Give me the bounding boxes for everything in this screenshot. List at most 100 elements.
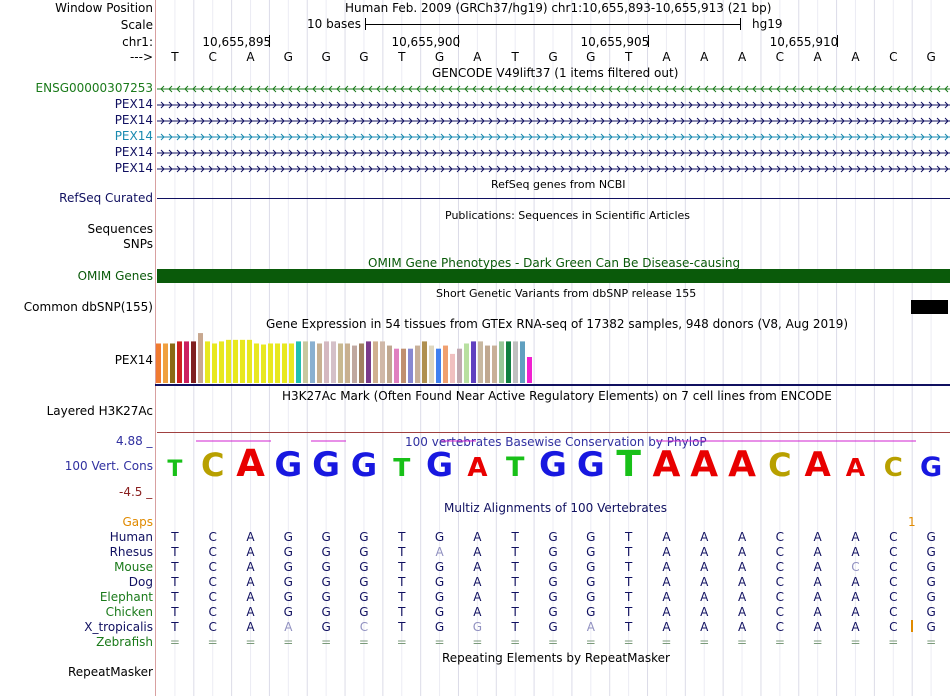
alignment-base: C xyxy=(775,545,785,559)
gtex-tissue-bar[interactable] xyxy=(338,343,343,383)
gencode-gene-label[interactable]: PEX14 xyxy=(115,145,153,159)
gtex-tissue-bar[interactable] xyxy=(275,343,280,383)
gencode-gene-label[interactable]: ENSG00000307253 xyxy=(36,81,153,95)
species-label[interactable]: Dog xyxy=(129,575,153,589)
alignment-base: A xyxy=(851,620,860,634)
species-label[interactable]: X_tropicalis xyxy=(84,620,153,634)
window-position-value[interactable]: Human Feb. 2009 (GRCh37/hg19) chr1:10,65… xyxy=(345,1,771,15)
gtex-tissue-bar[interactable] xyxy=(226,339,231,383)
gtex-tissue-bar[interactable] xyxy=(513,341,518,383)
species-label[interactable]: Elephant xyxy=(100,590,153,604)
alignment-base: A xyxy=(473,575,482,589)
gtex-tissue-bar[interactable] xyxy=(170,343,175,383)
gtex-tissue-bar[interactable] xyxy=(520,341,525,383)
gtex-label[interactable]: PEX14 xyxy=(115,353,153,367)
gtex-tissue-bar[interactable] xyxy=(499,341,504,383)
gtex-tissue-bar[interactable] xyxy=(492,345,497,383)
gtex-tissue-bar[interactable] xyxy=(177,341,182,383)
gtex-tissue-bar[interactable] xyxy=(506,341,511,383)
gtex-tissue-bar[interactable] xyxy=(198,333,203,383)
refseq-line[interactable] xyxy=(157,198,950,199)
species-label[interactable]: Rhesus xyxy=(110,545,153,559)
gencode-transcript[interactable] xyxy=(157,117,950,125)
gtex-tissue-bar[interactable] xyxy=(352,345,357,383)
gencode-gene-label[interactable]: PEX14 xyxy=(115,161,153,175)
gtex-tissue-bar[interactable] xyxy=(240,339,245,383)
omim-bar[interactable] xyxy=(157,269,950,283)
gtex-tissue-bar[interactable] xyxy=(163,343,168,383)
gtex-tissue-bar[interactable] xyxy=(289,343,294,383)
gtex-tissue-bar[interactable] xyxy=(324,341,329,383)
gtex-tissue-bar[interactable] xyxy=(401,348,406,383)
species-label[interactable]: Chicken xyxy=(106,605,153,619)
refseq-label[interactable]: RefSeq Curated xyxy=(59,191,153,205)
gencode-transcript[interactable] xyxy=(157,165,950,173)
omim-label[interactable]: OMIM Genes xyxy=(78,269,153,283)
gtex-tissue-bar[interactable] xyxy=(191,341,196,383)
gtex-tissue-bar[interactable] xyxy=(331,341,336,383)
gencode-gene-label[interactable]: PEX14 xyxy=(115,113,153,127)
gtex-tissue-bar[interactable] xyxy=(436,348,441,383)
gtex-tissue-bar[interactable] xyxy=(443,345,448,383)
alignment-base: T xyxy=(171,560,179,574)
gtex-tissue-bar[interactable] xyxy=(261,344,266,383)
gencode-gene-label[interactable]: PEX14 xyxy=(115,129,153,143)
gtex-tissue-bar[interactable] xyxy=(310,341,315,383)
gtex-tissue-bar[interactable] xyxy=(184,341,189,383)
gtex-tissue-bar[interactable] xyxy=(282,343,287,383)
gtex-tissue-bar[interactable] xyxy=(485,345,490,383)
gtex-tissue-bar[interactable] xyxy=(450,353,455,383)
alignment-base: T xyxy=(398,575,406,589)
gtex-tissue-bar[interactable] xyxy=(233,339,238,383)
publications-label[interactable]: Sequences xyxy=(88,222,153,236)
gtex-tissue-bar[interactable] xyxy=(422,341,427,383)
gtex-tissue-bar[interactable] xyxy=(373,341,378,383)
gtex-tissue-bar[interactable] xyxy=(366,341,371,383)
gencode-gene-label[interactable]: PEX14 xyxy=(115,97,153,111)
base-letter: A xyxy=(662,50,671,64)
gtex-tissue-bar[interactable] xyxy=(219,341,224,383)
dbsnp-label[interactable]: Common dbSNP(155) xyxy=(24,300,153,314)
repeatmasker-label[interactable]: RepeatMasker xyxy=(68,665,153,679)
gtex-tissue-bar[interactable] xyxy=(457,348,462,383)
gtex-tissue-bar[interactable] xyxy=(317,343,322,383)
gtex-tissue-bar[interactable] xyxy=(415,345,420,383)
gtex-tissue-bar[interactable] xyxy=(254,343,259,383)
conservation-base: G xyxy=(920,452,942,482)
gtex-title: Gene Expression in 54 tissues from GTEx … xyxy=(266,317,849,331)
species-label[interactable]: Mouse xyxy=(114,560,153,574)
alignment-base: A xyxy=(700,575,709,589)
gtex-tissue-bar[interactable] xyxy=(303,341,308,383)
gtex-tissue-bar[interactable] xyxy=(387,345,392,383)
gtex-tissue-bar[interactable] xyxy=(471,341,476,383)
species-label[interactable]: Human xyxy=(110,530,153,544)
gtex-tissue-bar[interactable] xyxy=(527,357,532,383)
species-label[interactable]: Zebrafish xyxy=(96,635,153,649)
gtex-tissue-bar[interactable] xyxy=(394,348,399,383)
gtex-tissue-bar[interactable] xyxy=(408,348,413,383)
gtex-tissue-bar[interactable] xyxy=(156,343,161,383)
gtex-tissue-bar[interactable] xyxy=(296,341,301,383)
gtex-tissue-bar[interactable] xyxy=(359,343,364,383)
gtex-tissue-bar[interactable] xyxy=(429,345,434,383)
gencode-transcript[interactable] xyxy=(157,149,950,157)
gtex-tissue-bar[interactable] xyxy=(268,343,273,383)
gtex-tissue-bar[interactable] xyxy=(247,339,252,383)
gencode-transcript[interactable] xyxy=(157,133,950,141)
gaps-label: Gaps xyxy=(122,515,153,529)
gtex-tissue-bar[interactable] xyxy=(205,341,210,383)
conservation-logo[interactable]: TCAGGGTGATGGTAAACAACG xyxy=(156,440,950,482)
gencode-transcript[interactable] xyxy=(157,101,950,109)
h3k27ac-label[interactable]: Layered H3K27Ac xyxy=(47,404,153,418)
conservation-label[interactable]: 100 Vert. Cons xyxy=(65,459,153,473)
gencode-transcript[interactable] xyxy=(157,85,950,93)
gtex-tissue-bar[interactable] xyxy=(345,343,350,383)
gtex-tissue-bar[interactable] xyxy=(464,343,469,383)
gtex-tissue-bar[interactable] xyxy=(478,341,483,383)
snps-label[interactable]: SNPs xyxy=(123,237,153,251)
gtex-chart[interactable] xyxy=(155,330,950,388)
dbsnp-variant[interactable] xyxy=(911,300,948,314)
gtex-tissue-bar[interactable] xyxy=(212,343,217,383)
gtex-tissue-bar[interactable] xyxy=(380,341,385,383)
conservation-base: G xyxy=(577,445,605,482)
